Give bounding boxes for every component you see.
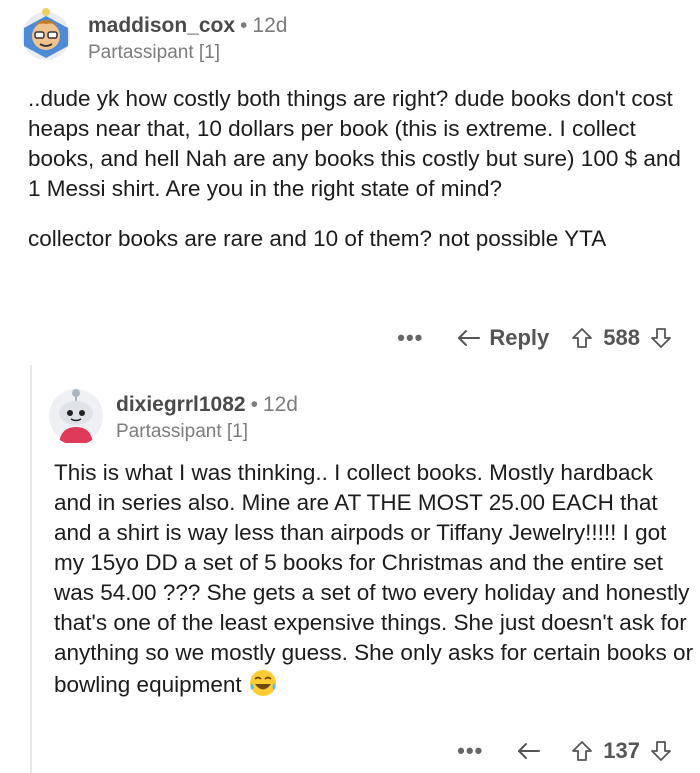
separator-dot: •	[250, 393, 258, 416]
vote-score: 588	[603, 325, 640, 350]
comment-age: 12d	[262, 393, 298, 416]
reply-button[interactable]	[517, 741, 549, 761]
upvote-arrow-icon[interactable]	[571, 740, 593, 762]
comment-actions: ••• 137	[457, 738, 672, 764]
separator-dot: •	[240, 14, 248, 37]
downvote-arrow-icon[interactable]	[650, 740, 672, 762]
comment-paragraph: ..dude yk how costly both things are rig…	[28, 86, 681, 201]
more-options-button[interactable]: •••	[457, 738, 483, 764]
downvote-arrow-icon[interactable]	[650, 327, 672, 349]
comment-paragraph: This is what I was thinking.. I collect …	[54, 460, 694, 697]
reply-arrow-icon	[518, 743, 541, 759]
laughing-tears-emoji-icon	[249, 670, 276, 696]
reply-label: Reply	[489, 325, 550, 350]
comment-actions: ••• Reply 588	[397, 325, 672, 351]
comment-meta: maddison_cox • 12d Partassipant [1]	[88, 14, 287, 64]
comment-1: maddison_cox • 12d Partassipant [1] ..dude…	[0, 0, 700, 365]
comment-paragraph: collector books are rare and 10 of them?…	[28, 226, 607, 251]
comment-age: 12d	[252, 14, 288, 37]
avatar-icon	[49, 389, 103, 443]
upvote-arrow-icon[interactable]	[571, 327, 593, 349]
more-options-button[interactable]: •••	[397, 325, 423, 351]
user-flair: Partassipant [1]	[116, 421, 249, 442]
reply-button[interactable]: Reply	[457, 325, 549, 351]
reply-arrow-icon	[458, 330, 481, 346]
avatar[interactable]	[47, 385, 105, 445]
username[interactable]: maddison_cox	[88, 14, 235, 37]
comment-body: This is what I was thinking.. I collect …	[54, 458, 694, 700]
vote-controls: 588	[571, 325, 672, 351]
avatar[interactable]	[20, 6, 72, 62]
comment-2: dixiegrrl1082 • 12d Partassipant [1] This …	[30, 365, 700, 773]
comment-meta: dixiegrrl1082 • 12d Partassipant [1]	[116, 393, 298, 443]
avatar-icon	[22, 8, 70, 60]
username[interactable]: dixiegrrl1082	[116, 393, 246, 416]
vote-controls: 137	[571, 738, 672, 764]
comment-body: ..dude yk how costly both things are rig…	[28, 84, 688, 274]
vote-score: 137	[603, 738, 640, 763]
user-flair: Partassipant [1]	[88, 42, 221, 63]
